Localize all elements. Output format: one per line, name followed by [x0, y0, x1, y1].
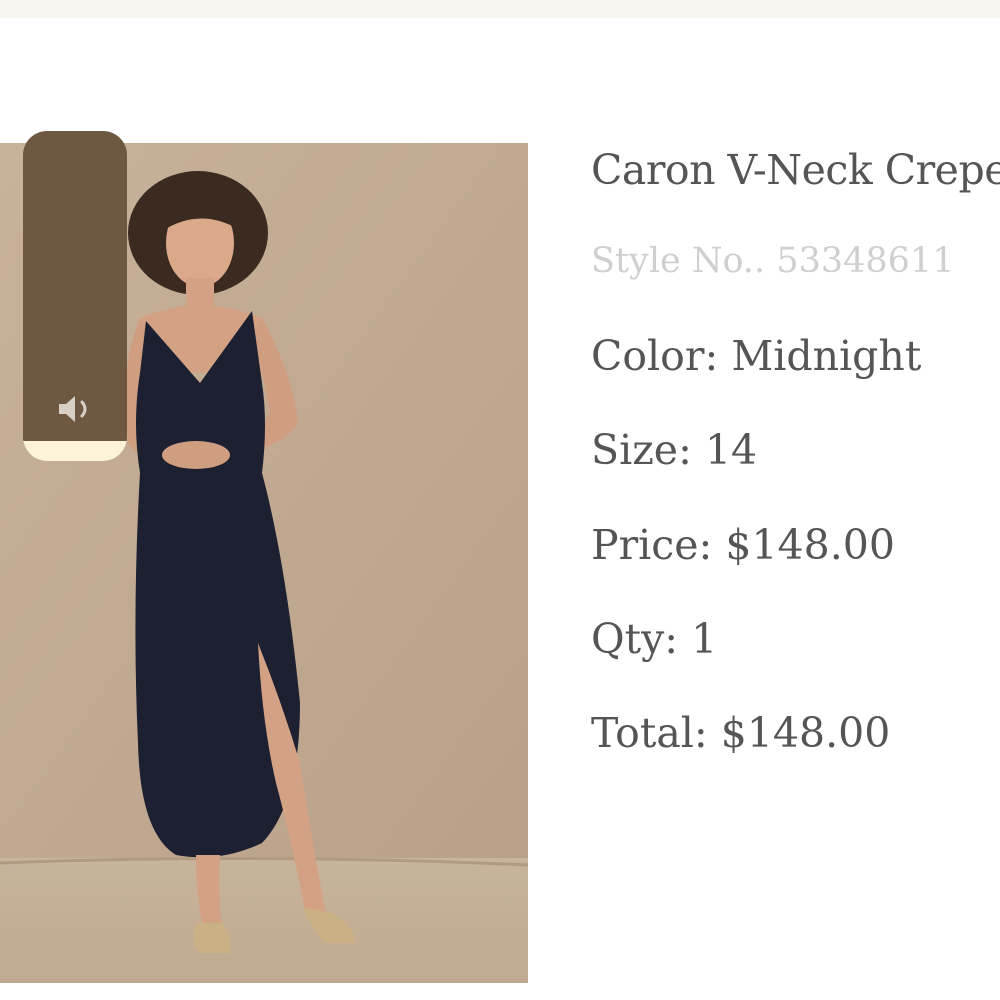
size-value: 14	[704, 426, 758, 474]
style-number-label: Style No..	[591, 241, 766, 281]
volume-level-fill	[23, 441, 127, 461]
style-number-row: Style No.. 53348611	[591, 241, 954, 281]
product-title[interactable]: Caron V-Neck Crepe	[591, 146, 1000, 194]
color-value: Midnight	[731, 332, 922, 380]
size-row: Size: 14	[591, 426, 757, 474]
total-value: $148.00	[720, 709, 891, 757]
quantity-row: Qty: 1	[591, 615, 717, 663]
size-label: Size:	[591, 426, 692, 474]
price-row: Price: $148.00	[591, 521, 895, 569]
top-bar	[0, 0, 1000, 18]
total-row: Total: $148.00	[591, 709, 890, 757]
order-item-screen: Caron V-Neck Crepe Style No.. 53348611 C…	[0, 0, 1000, 1000]
quantity-label: Qty:	[591, 615, 679, 663]
price-value: $148.00	[725, 521, 895, 569]
volume-indicator	[23, 131, 127, 461]
price-label: Price:	[591, 521, 713, 569]
speaker-icon	[59, 396, 87, 422]
style-number-value: 53348611	[776, 241, 955, 281]
total-label: Total:	[591, 709, 708, 757]
color-label: Color:	[591, 332, 719, 380]
quantity-value: 1	[691, 615, 718, 663]
color-row: Color: Midnight	[591, 332, 921, 380]
